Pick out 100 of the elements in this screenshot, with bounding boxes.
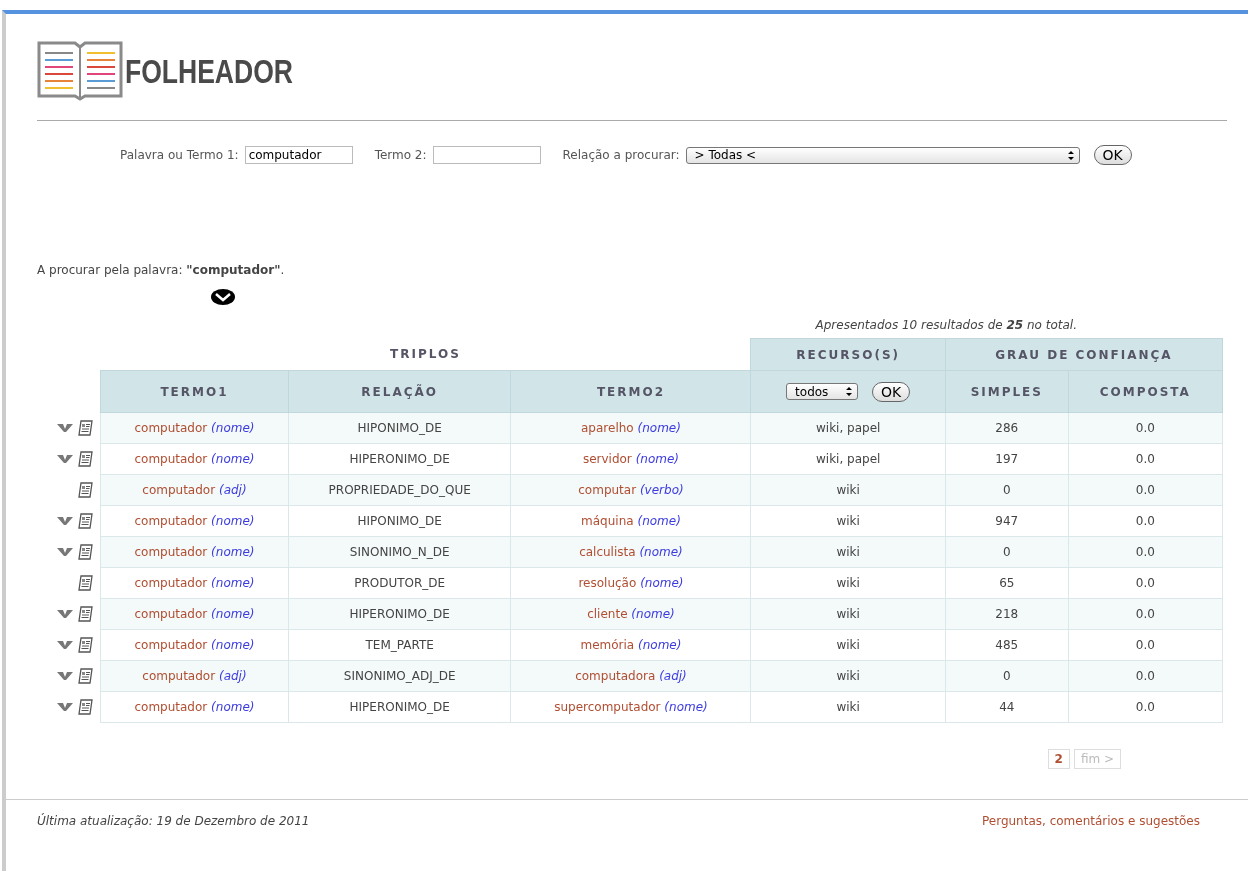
table-cell: computadora (adj): [510, 660, 751, 692]
table-cell: computador (nome): [100, 629, 289, 661]
table-cell: computador (nome): [100, 412, 289, 444]
table-cell: 0: [945, 536, 1069, 568]
table-cell: 197: [945, 443, 1069, 475]
ok-button[interactable]: OK: [1093, 145, 1132, 165]
table-cell: wiki: [751, 598, 946, 630]
table-cell: wiki: [751, 691, 946, 723]
expand-icon[interactable]: [57, 423, 73, 433]
stepper-arrows-icon: [1066, 149, 1075, 161]
table-cell: 65: [945, 567, 1069, 599]
table-cell: PRODUTOR_DE: [288, 567, 511, 599]
table-cell: calculista (nome): [510, 536, 751, 568]
table-cell: HIPONIMO_DE: [288, 505, 511, 537]
relation-dropdown[interactable]: > Todas <: [685, 146, 1080, 164]
expand-icon[interactable]: [57, 547, 73, 557]
table-cell: 0.0: [1068, 474, 1223, 506]
table-cell: computador (nome): [100, 505, 289, 537]
table-cell: 286: [945, 412, 1069, 444]
expand-icon[interactable]: [57, 702, 73, 712]
table-cell: memória (nome): [510, 629, 751, 661]
table-cell: computador (nome): [100, 691, 289, 723]
expand-all-icon: [211, 289, 235, 305]
search-info: A procurar pela palavra: "computador".: [37, 263, 286, 277]
table-cell: wiki: [751, 660, 946, 692]
table-cell: SINONIMO_N_DE: [288, 536, 511, 568]
table-cell: aparelho (nome): [510, 412, 751, 444]
page-link[interactable]: 2: [1047, 749, 1070, 769]
expand-icon[interactable]: [57, 671, 73, 681]
table-cell: cliente (nome): [510, 598, 751, 630]
column-header: TERMO2: [510, 370, 751, 413]
table-cell: 0.0: [1068, 691, 1223, 723]
table-cell: 485: [945, 629, 1069, 661]
table-cell: wiki: [751, 536, 946, 568]
table-cell: HIPONIMO_DE: [288, 412, 511, 444]
column-header: RELAÇÃO: [288, 370, 511, 413]
table-cell: SINONIMO_ADJ_DE: [288, 660, 511, 692]
table-cell: resolução (nome): [510, 567, 751, 599]
expand-icon[interactable]: [57, 609, 73, 619]
group-header: GRAU DE CONFIANÇA: [945, 338, 1223, 371]
table-cell: wiki: [751, 567, 946, 599]
document-icon[interactable]: [77, 482, 94, 498]
table-cell: wiki: [751, 629, 946, 661]
last-updated: Última atualização: 19 de Dezembro de 2011: [37, 814, 310, 828]
document-icon[interactable]: [77, 606, 94, 622]
expand-icon[interactable]: [57, 454, 73, 464]
field-label: Relação a procurar:: [562, 148, 680, 162]
table-cell: 218: [945, 598, 1069, 630]
table-cell: 0.0: [1068, 660, 1223, 692]
document-icon[interactable]: [77, 451, 94, 467]
table-cell: 0: [945, 660, 1069, 692]
table-cell: computador (nome): [100, 443, 289, 475]
ok-button[interactable]: OK: [872, 381, 911, 402]
table-cell: PROPRIEDADE_DO_QUE: [288, 474, 511, 506]
table-cell: HIPERONIMO_DE: [288, 443, 511, 475]
table-cell: HIPERONIMO_DE: [288, 691, 511, 723]
table-cell: 0.0: [1068, 629, 1223, 661]
table-cell: máquina (nome): [510, 505, 751, 537]
table-cell: 44: [945, 691, 1069, 723]
table-cell: 947: [945, 505, 1069, 537]
document-icon[interactable]: [77, 637, 94, 653]
table-cell: 0.0: [1068, 505, 1223, 537]
table-cell: wiki: [751, 505, 946, 537]
document-icon[interactable]: [77, 513, 94, 529]
table-cell: 0.0: [1068, 443, 1223, 475]
column-header: COMPOSTA: [1068, 370, 1223, 413]
table-cell: TEM_PARTE: [288, 629, 511, 661]
table-cell: HIPERONIMO_DE: [288, 598, 511, 630]
table-cell: computador (nome): [100, 598, 289, 630]
field-label: Palavra ou Termo 1:: [120, 148, 239, 162]
stepper-arrows-icon: [845, 386, 854, 397]
table-cell: wiki, papel: [751, 443, 946, 475]
group-header: RECURSO(S): [751, 338, 946, 371]
source-dropdown[interactable]: todos: [786, 383, 859, 400]
table-cell: wiki: [751, 474, 946, 506]
table-cell: 0.0: [1068, 412, 1223, 444]
table-cell: computador (adj): [100, 474, 289, 506]
table-cell: 0.0: [1068, 536, 1223, 568]
table-cell: 0.0: [1068, 567, 1223, 599]
expand-icon[interactable]: [57, 640, 73, 650]
column-header: SIMPLES: [945, 370, 1069, 413]
text-field[interactable]: [432, 146, 541, 164]
table-cell: servidor (nome): [510, 443, 751, 475]
book-logo-icon: [37, 41, 123, 101]
field-label: Termo 2:: [374, 148, 427, 162]
document-icon[interactable]: [77, 544, 94, 560]
document-icon[interactable]: [77, 668, 94, 684]
page-link: fim >: [1073, 749, 1121, 769]
document-icon[interactable]: [77, 420, 94, 436]
feedback-link[interactable]: Perguntas, comentários e sugestões: [981, 814, 1200, 828]
table-cell: computar (verbo): [510, 474, 751, 506]
group-header: TRIPLOS: [100, 338, 751, 371]
logo-title: FOLHEADOR: [125, 51, 293, 91]
table-cell: 0.0: [1068, 598, 1223, 630]
text-field[interactable]: computador: [244, 146, 353, 164]
table-cell: computador (adj): [100, 660, 289, 692]
table-cell: wiki, papel: [751, 412, 946, 444]
expand-icon[interactable]: [57, 516, 73, 526]
document-icon[interactable]: [77, 575, 94, 591]
document-icon[interactable]: [77, 699, 94, 715]
